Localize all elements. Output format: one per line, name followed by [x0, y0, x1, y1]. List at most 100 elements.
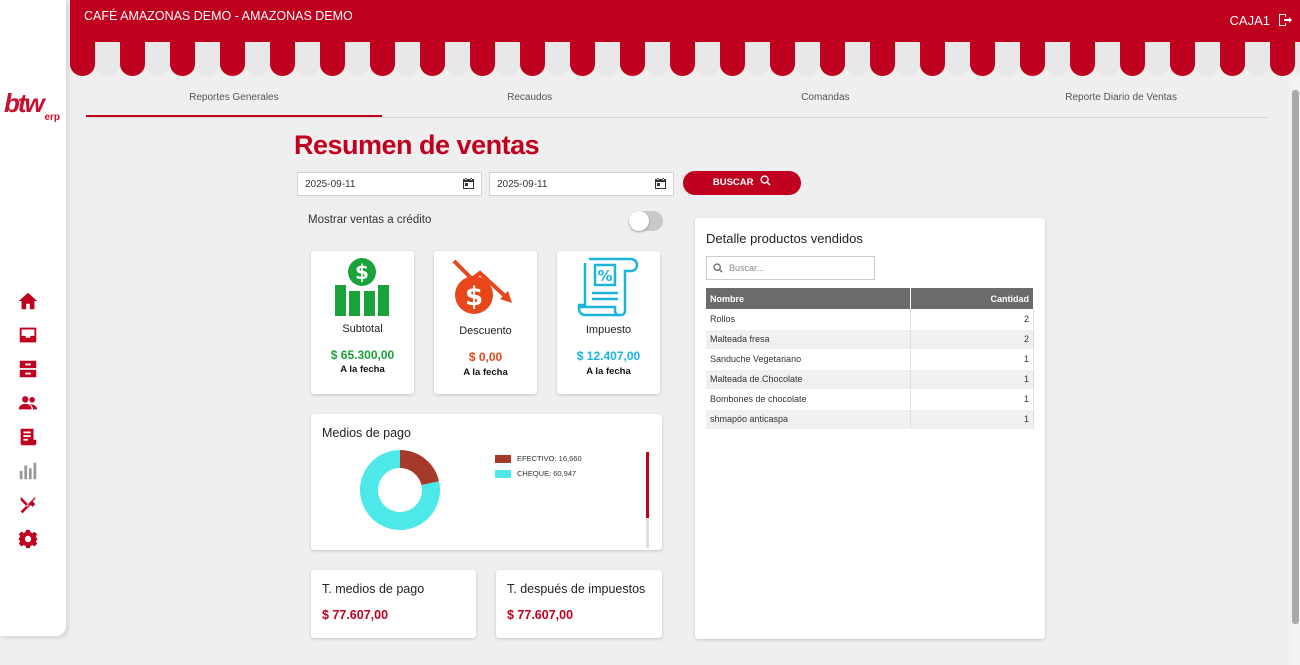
- search-icon: [760, 175, 771, 186]
- subtotal-sub: A la fecha: [340, 364, 385, 375]
- table-row: Rollos 2: [706, 309, 1034, 330]
- product-qty: 1: [910, 349, 1034, 370]
- credit-sales-toggle[interactable]: [629, 211, 663, 231]
- date-from-value: 2025-09-11: [305, 179, 356, 190]
- product-search-input[interactable]: Buscar...: [706, 256, 875, 280]
- product-qty: 1: [910, 409, 1034, 430]
- table-row: Malteada de Chocolate 1: [706, 369, 1034, 390]
- tab-reportes-generales[interactable]: Reportes Generales: [86, 84, 382, 117]
- product-qty: 2: [910, 329, 1034, 350]
- total-after-tax-label: T. después de impuestos: [507, 582, 646, 596]
- discount-sub: A la fecha: [463, 367, 508, 378]
- svg-text:$: $: [465, 282, 483, 312]
- logo-mark: btw: [4, 88, 45, 118]
- product-qty: 1: [910, 369, 1034, 390]
- table-row: Bombones de chocolate 1: [706, 389, 1034, 410]
- tab-recaudos[interactable]: Recaudos: [382, 84, 678, 117]
- product-name: Malteada de Chocolate: [706, 369, 911, 390]
- payment-donut-chart: [360, 450, 440, 530]
- tax-label: Impuesto: [585, 324, 632, 336]
- products-table: Nombre Cantidad Rollos 2 Malteada fresa 2 …: [706, 288, 1034, 430]
- product-qty: 1: [910, 389, 1034, 410]
- payment-methods-title: Medios de pago: [322, 426, 411, 440]
- product-name: Rollos: [706, 309, 911, 330]
- tab-comandas[interactable]: Comandas: [678, 84, 974, 117]
- date-to-value: 2025-09-11: [497, 179, 548, 190]
- inbox-icon[interactable]: [17, 324, 41, 346]
- product-name: Sanduche Vegetariano: [706, 349, 911, 370]
- top-bar: CAFÉ AMAZONAS DEMO - AMAZONAS DEMO CAJA1: [70, 0, 1300, 42]
- table-row: Sanduche Vegetariano 1: [706, 349, 1034, 370]
- product-search-placeholder: Buscar...: [729, 263, 765, 273]
- legend-swatch-efectivo: [495, 455, 511, 464]
- discount-label: Descuento: [459, 325, 512, 337]
- products-detail-title: Detalle productos vendidos: [706, 231, 863, 246]
- donut-slice-efectivo[interactable]: [400, 450, 440, 486]
- page-scrollbar[interactable]: [1291, 76, 1300, 665]
- total-payments-value: $ 77.607,00: [322, 608, 389, 622]
- subtotal-label: Subtotal: [342, 323, 383, 335]
- discount-down-icon: $: [452, 259, 512, 314]
- legend-item-efectivo: EFECTIVO: 16,660: [495, 454, 582, 464]
- restaurant-icon[interactable]: [17, 494, 41, 516]
- legend-scrollbar[interactable]: [646, 452, 649, 548]
- legend-scroll-thumb[interactable]: [646, 452, 649, 518]
- awning-decoration: [70, 42, 1300, 76]
- toggle-knob: [629, 211, 649, 231]
- tax-sub: A la fecha: [586, 366, 631, 377]
- legend-label-cheque: CHEQUE: 60,947: [517, 469, 577, 478]
- svg-text:%: %: [597, 267, 612, 285]
- payment-methods-card: Medios de pago EFECTIVO: 16,660 CHEQUE: …: [311, 414, 662, 550]
- report-tabs: Reportes Generales Recaudos Comandas Rep…: [86, 84, 1269, 118]
- svg-text:$: $: [355, 260, 369, 284]
- tax-value: $ 12.407,00: [576, 349, 641, 363]
- logout-icon[interactable]: [1278, 13, 1292, 27]
- discount-card: $ Descuento $ 0,00 A la fecha: [434, 251, 537, 394]
- product-name: shmapóo anticaspa: [706, 409, 911, 430]
- logo-sub: erp: [44, 112, 60, 123]
- subtotal-card: $ Subtotal $ 65.300,00 A la fecha: [311, 251, 414, 394]
- calendar-icon[interactable]: [463, 178, 474, 189]
- legend-item-cheque: CHEQUE: 60,947: [495, 469, 577, 479]
- page-title: Resumen de ventas: [294, 130, 540, 160]
- user-label: CAJA1: [1229, 13, 1270, 28]
- table-row: shmapóo anticaspa 1: [706, 409, 1034, 430]
- tax-card: % Impuesto $ 12.407,00 A la fecha: [557, 251, 660, 394]
- tab-reporte-diario[interactable]: Reporte Diario de Ventas: [973, 84, 1269, 117]
- chart-icon[interactable]: [17, 460, 41, 482]
- total-after-tax-card: T. después de impuestos $ 77.607,00: [496, 570, 662, 638]
- table-header-row: Nombre Cantidad: [706, 288, 1034, 309]
- total-payments-label: T. medios de pago: [322, 582, 425, 596]
- product-qty: 2: [910, 309, 1034, 330]
- total-after-tax-value: $ 77.607,00: [507, 608, 574, 622]
- page-scroll-thumb[interactable]: [1292, 90, 1299, 624]
- date-from-input[interactable]: 2025-09-11: [297, 172, 482, 196]
- total-payments-card: T. medios de pago $ 77.607,00: [311, 570, 476, 638]
- date-to-input[interactable]: 2025-09-11: [489, 172, 674, 196]
- table-row: Malteada fresa 2: [706, 329, 1034, 350]
- company-title: CAFÉ AMAZONAS DEMO - AMAZONAS DEMO: [84, 9, 353, 23]
- home-icon[interactable]: [17, 290, 41, 312]
- archive-icon[interactable]: [17, 358, 41, 380]
- credit-toggle-label: Mostrar ventas a crédito: [308, 214, 432, 226]
- btw-logo[interactable]: btw erp: [4, 88, 64, 128]
- search-icon: [713, 263, 723, 273]
- search-button-label: BUSCAR: [712, 177, 754, 188]
- subtotal-value: $ 65.300,00: [330, 348, 395, 362]
- column-header-nombre[interactable]: Nombre: [706, 288, 911, 309]
- product-name: Bombones de chocolate: [706, 389, 911, 410]
- money-bars-icon: $: [335, 258, 389, 316]
- search-button[interactable]: BUSCAR: [683, 171, 801, 195]
- legend-swatch-cheque: [495, 470, 511, 479]
- receipt-icon[interactable]: [17, 426, 41, 448]
- discount-value: $ 0,00: [468, 350, 503, 364]
- users-icon[interactable]: [17, 392, 41, 414]
- tax-document-icon: %: [577, 257, 639, 317]
- calendar-icon[interactable]: [655, 178, 666, 189]
- column-header-cantidad[interactable]: Cantidad: [910, 288, 1034, 309]
- legend-label-efectivo: EFECTIVO: 16,660: [517, 454, 582, 463]
- sidebar: btw erp: [0, 0, 66, 636]
- products-detail-card: Detalle productos vendidos Buscar... Nom…: [695, 218, 1045, 639]
- gear-icon[interactable]: [17, 528, 41, 550]
- product-name: Malteada fresa: [706, 329, 911, 350]
